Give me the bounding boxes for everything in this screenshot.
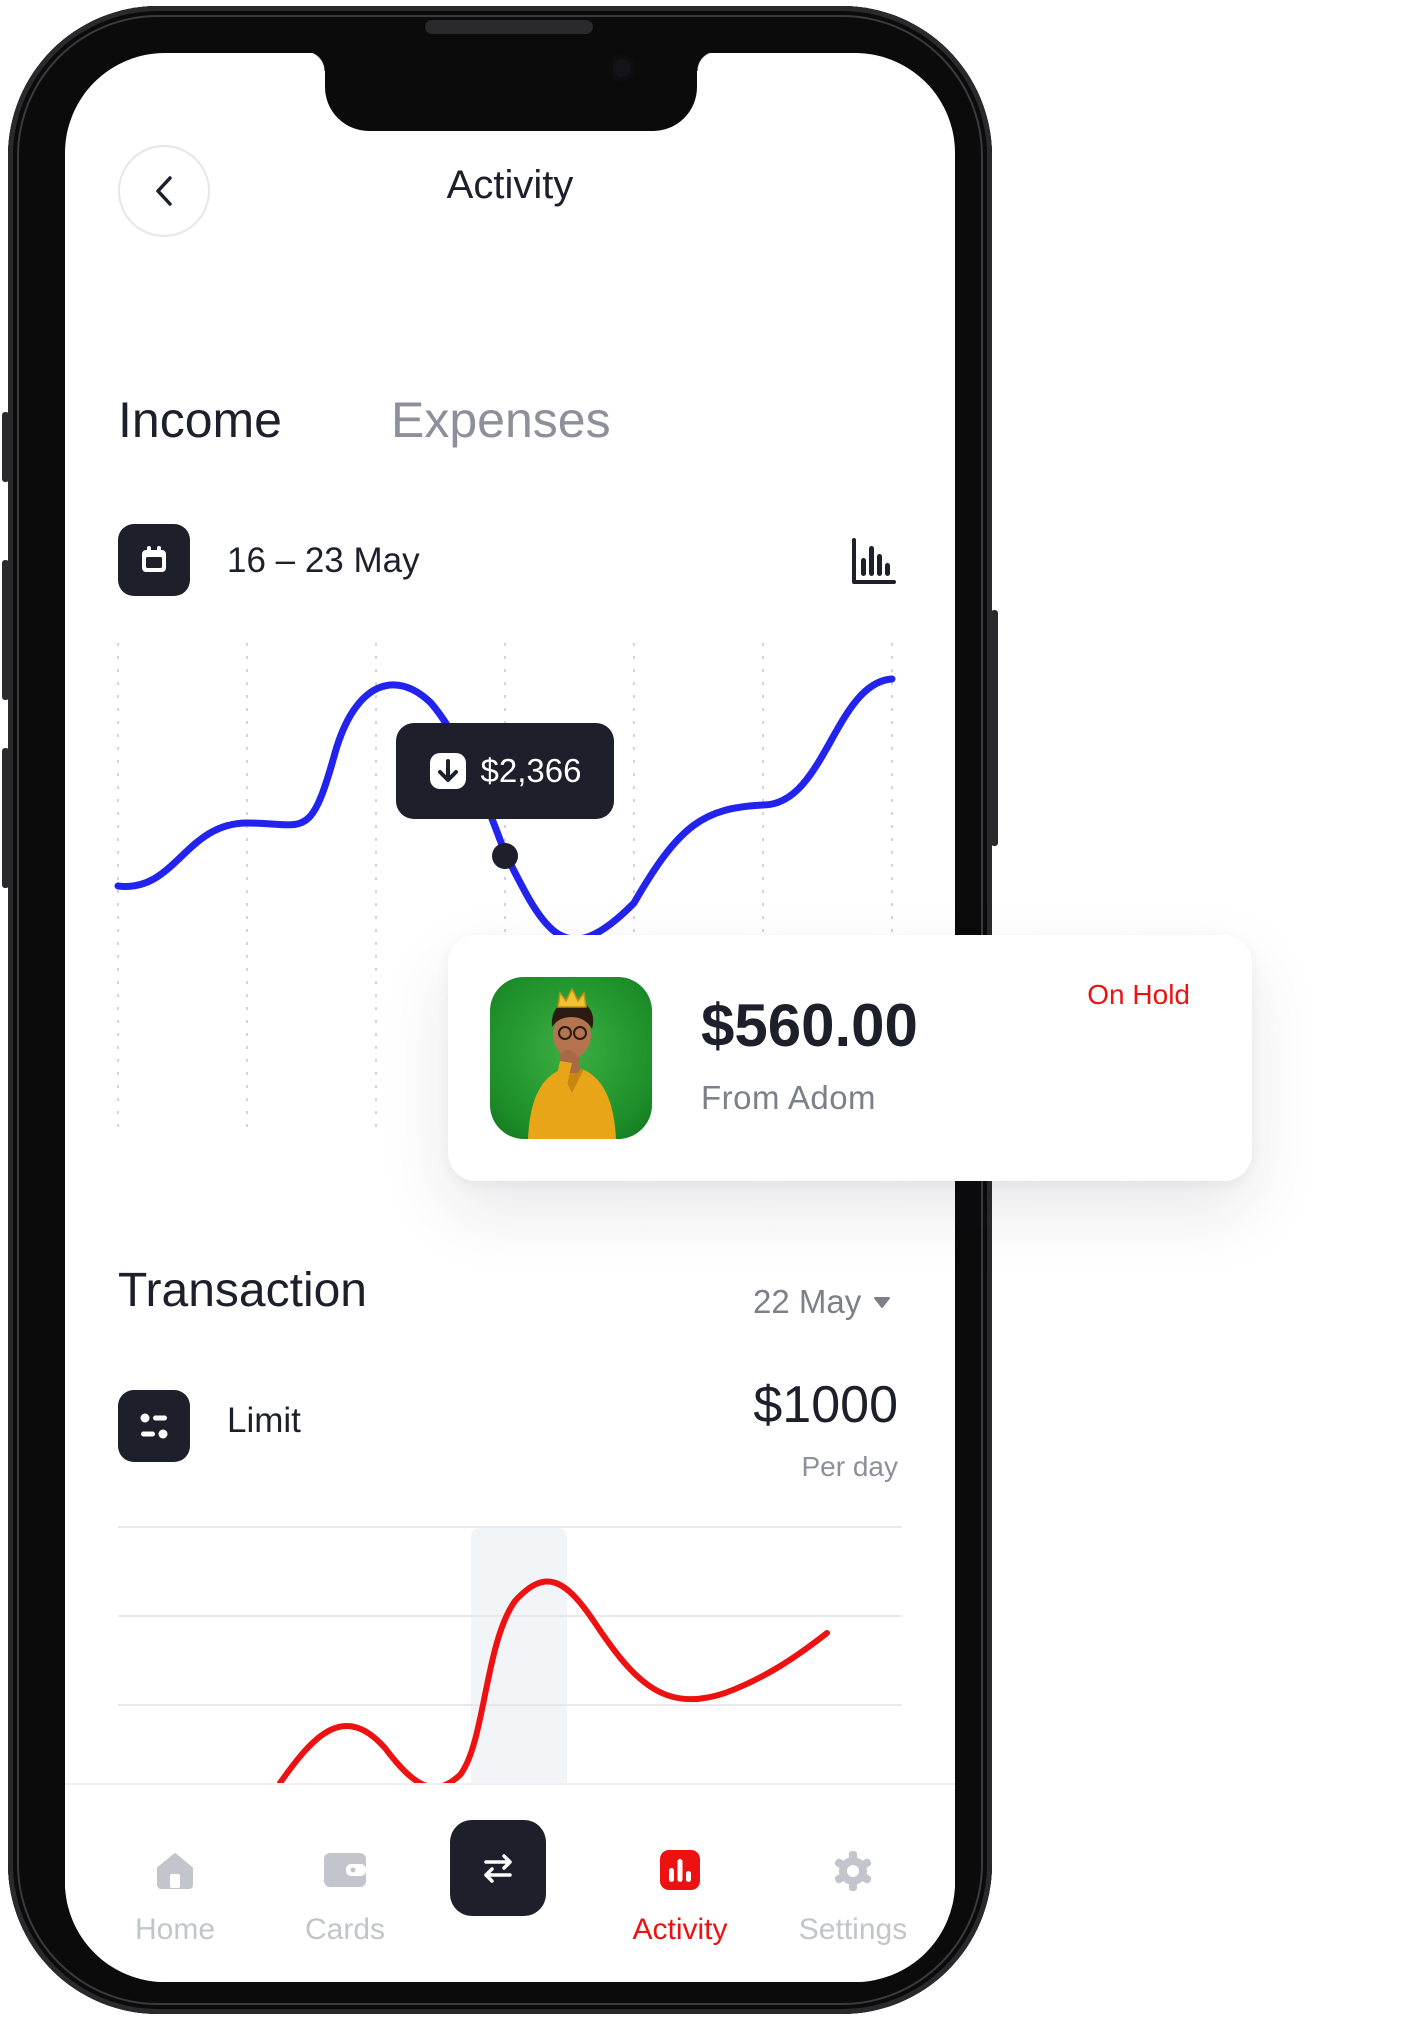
sender-name: From Adom (701, 1079, 877, 1116)
power-button (991, 610, 998, 846)
nav-activity-label: Activity (632, 1913, 728, 1946)
payment-notification-card[interactable]: $560.00 From Adom On Hold (448, 935, 1252, 1181)
wallet-icon (324, 1853, 366, 1887)
highlight-column (471, 1528, 567, 1793)
nav-cards-label: Cards (304, 1913, 386, 1946)
transfer-button[interactable] (450, 1820, 546, 1916)
nav-home-label: Home (134, 1913, 216, 1946)
activity-chart-icon (660, 1850, 700, 1890)
transfer-arrows-icon (484, 1854, 512, 1883)
bottom-navigation: Home Cards Activity Settings (65, 1783, 955, 1982)
nav-settings-label: Settings (798, 1913, 908, 1946)
amount-received: $560.00 (701, 992, 918, 1059)
status-badge: On Hold (1087, 979, 1190, 1010)
sender-avatar (490, 977, 652, 1139)
transaction-chart (118, 1526, 902, 1793)
home-icon (157, 1853, 193, 1889)
person-photo (528, 987, 616, 1139)
speaker-grille (425, 20, 593, 34)
gear-icon (834, 1851, 872, 1891)
